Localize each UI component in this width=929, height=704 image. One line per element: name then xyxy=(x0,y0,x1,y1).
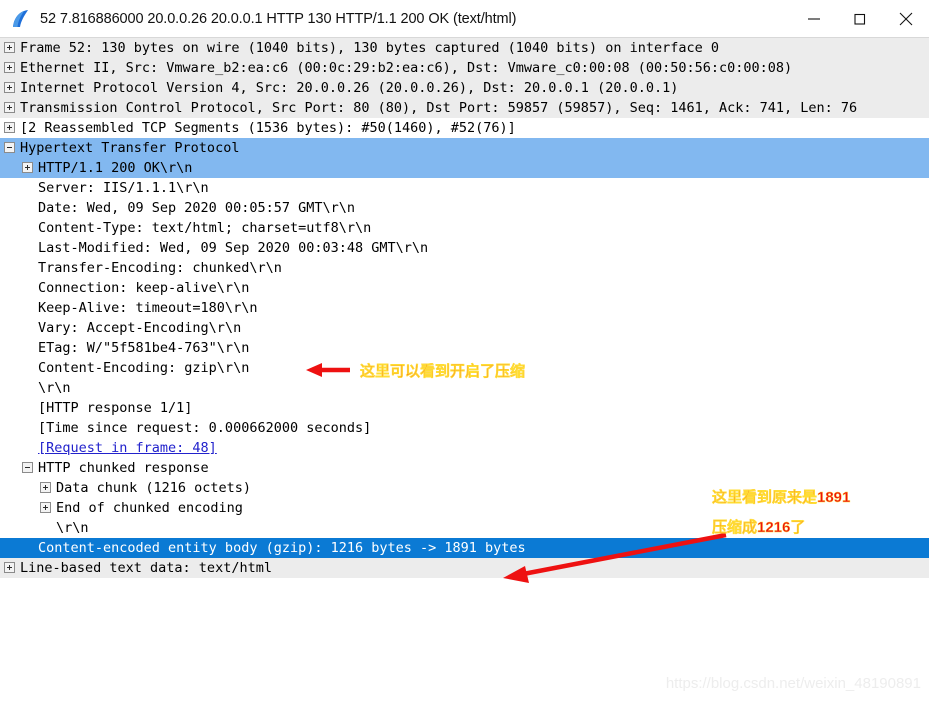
tree-row[interactable]: Server: IIS/1.1.1\r\n xyxy=(0,178,929,198)
tree-row[interactable]: Transmission Control Protocol, Src Port:… xyxy=(0,98,929,118)
tree-row[interactable]: [Request in frame: 48] xyxy=(0,438,929,458)
tree-row[interactable]: Content-Type: text/html; charset=utf8\r\… xyxy=(0,218,929,238)
expand-icon[interactable] xyxy=(4,121,15,133)
tree-row[interactable]: HTTP chunked response xyxy=(0,458,929,478)
tree-row-label: Data chunk (1216 octets) xyxy=(56,480,252,496)
close-button[interactable] xyxy=(883,0,929,38)
packet-detail-tree[interactable]: Frame 52: 130 bytes on wire (1040 bits),… xyxy=(0,38,929,704)
tree-row[interactable]: Connection: keep-alive\r\n xyxy=(0,278,929,298)
tree-row-label: Keep-Alive: timeout=180\r\n xyxy=(38,300,258,316)
title-bar: 52 7.816886000 20.0.0.26 20.0.0.1 HTTP 1… xyxy=(0,0,929,38)
window-title: 52 7.816886000 20.0.0.26 20.0.0.1 HTTP 1… xyxy=(40,10,517,27)
tree-row[interactable]: Line-based text data: text/html xyxy=(0,558,929,578)
collapse-icon[interactable] xyxy=(22,461,33,473)
tree-row-label: [Time since request: 0.000662000 seconds… xyxy=(38,420,372,436)
tree-row-link[interactable]: [Request in frame: 48] xyxy=(38,440,217,456)
tree-row-label: Server: IIS/1.1.1\r\n xyxy=(38,180,209,196)
tree-row[interactable]: Keep-Alive: timeout=180\r\n xyxy=(0,298,929,318)
tree-row[interactable]: Content-encoded entity body (gzip): 1216… xyxy=(0,538,929,558)
tree-row[interactable]: Last-Modified: Wed, 09 Sep 2020 00:03:48… xyxy=(0,238,929,258)
watermark: https://blog.csdn.net/weixin_48190891 xyxy=(665,675,921,692)
expand-icon[interactable] xyxy=(4,81,15,93)
collapse-icon[interactable] xyxy=(4,141,15,153)
tree-row-label: HTTP chunked response xyxy=(38,460,209,476)
close-icon xyxy=(899,12,913,26)
tree-row-label: Line-based text data: text/html xyxy=(20,560,272,576)
window-controls xyxy=(791,0,929,38)
tree-row-label: Hypertext Transfer Protocol xyxy=(20,140,240,156)
expand-icon[interactable] xyxy=(40,481,51,493)
annotation-original-size: 这里看到原来是1891 xyxy=(712,489,851,506)
tree-row-label: \r\n xyxy=(38,380,71,396)
expand-icon[interactable] xyxy=(4,561,15,573)
tree-row[interactable]: [Time since request: 0.000662000 seconds… xyxy=(0,418,929,438)
maximize-icon xyxy=(854,13,866,25)
tree-row-label: Content-encoded entity body (gzip): 1216… xyxy=(38,540,526,556)
tree-row-label: Transmission Control Protocol, Src Port:… xyxy=(20,100,858,116)
tree-row-label: Date: Wed, 09 Sep 2020 00:05:57 GMT\r\n xyxy=(38,200,355,216)
tree-row-label: [2 Reassembled TCP Segments (1536 bytes)… xyxy=(20,120,516,136)
tree-row-label: Connection: keep-alive\r\n xyxy=(38,280,250,296)
tree-row[interactable]: [HTTP response 1/1] xyxy=(0,398,929,418)
wireshark-shark-fin-icon xyxy=(13,9,28,27)
tree-row[interactable]: \r\n xyxy=(0,378,929,398)
expand-icon[interactable] xyxy=(4,101,15,113)
tree-row-label: Ethernet II, Src: Vmware_b2:ea:c6 (00:0c… xyxy=(20,60,793,76)
tree-row[interactable]: HTTP/1.1 200 OK\r\n xyxy=(0,158,929,178)
expand-icon[interactable] xyxy=(22,161,33,173)
tree-row-label: Vary: Accept-Encoding\r\n xyxy=(38,320,242,336)
annotation-compression-enabled: 这里可以看到开启了压缩 xyxy=(360,363,526,380)
tree-row[interactable]: Frame 52: 130 bytes on wire (1040 bits),… xyxy=(0,38,929,58)
tree-row[interactable]: ETag: W/"5f581be4-763"\r\n xyxy=(0,338,929,358)
tree-row-label: Frame 52: 130 bytes on wire (1040 bits),… xyxy=(20,40,719,56)
tree-row-label: Internet Protocol Version 4, Src: 20.0.0… xyxy=(20,80,679,96)
tree-row[interactable]: Ethernet II, Src: Vmware_b2:ea:c6 (00:0c… xyxy=(0,58,929,78)
tree-row[interactable]: Transfer-Encoding: chunked\r\n xyxy=(0,258,929,278)
expand-icon[interactable] xyxy=(4,41,15,53)
tree-row-label: Content-Type: text/html; charset=utf8\r\… xyxy=(38,220,372,236)
tree-row-label: End of chunked encoding xyxy=(56,500,243,516)
maximize-button[interactable] xyxy=(837,0,883,38)
tree-row[interactable]: Hypertext Transfer Protocol xyxy=(0,138,929,158)
tree-row[interactable]: Date: Wed, 09 Sep 2020 00:05:57 GMT\r\n xyxy=(0,198,929,218)
tree-row-label: Last-Modified: Wed, 09 Sep 2020 00:03:48… xyxy=(38,240,429,256)
tree-row-label: [HTTP response 1/1] xyxy=(38,400,193,416)
tree-row-label: Content-Encoding: gzip\r\n xyxy=(38,360,250,376)
tree-row-label: ETag: W/"5f581be4-763"\r\n xyxy=(38,340,250,356)
tree-row-label: Transfer-Encoding: chunked\r\n xyxy=(38,260,282,276)
minimize-icon xyxy=(808,18,820,20)
expand-icon[interactable] xyxy=(40,501,51,513)
tree-row[interactable]: Vary: Accept-Encoding\r\n xyxy=(0,318,929,338)
tree-row[interactable]: Internet Protocol Version 4, Src: 20.0.0… xyxy=(0,78,929,98)
minimize-button[interactable] xyxy=(791,0,837,38)
tree-row[interactable]: [2 Reassembled TCP Segments (1536 bytes)… xyxy=(0,118,929,138)
expand-icon[interactable] xyxy=(4,61,15,73)
tree-row-label: HTTP/1.1 200 OK\r\n xyxy=(38,160,193,176)
annotation-compressed-size: 压缩成1216了 xyxy=(712,519,806,536)
tree-row-label: \r\n xyxy=(56,520,89,536)
